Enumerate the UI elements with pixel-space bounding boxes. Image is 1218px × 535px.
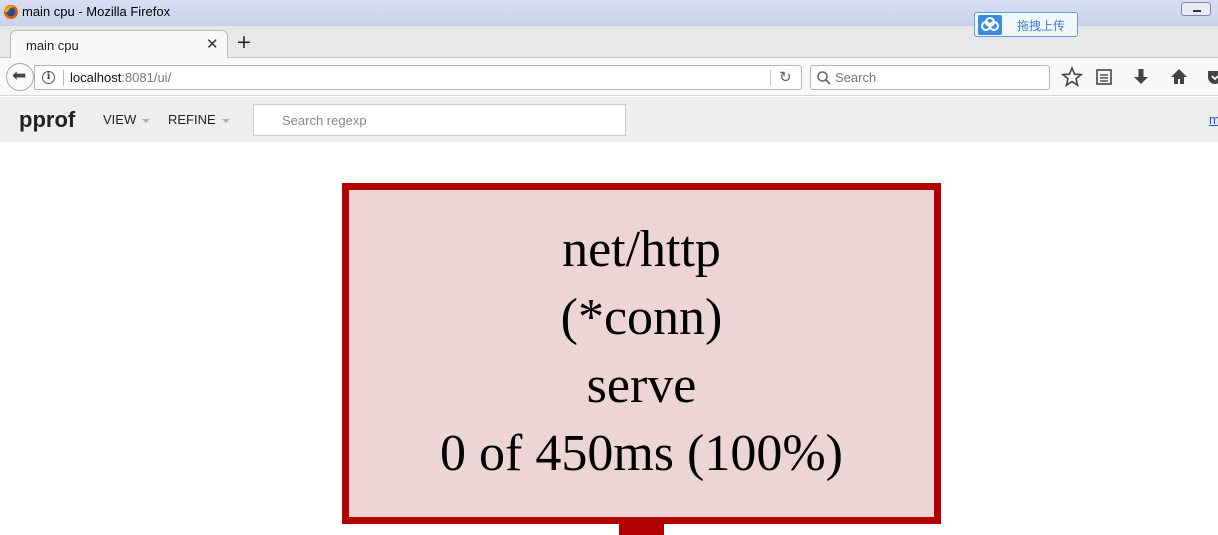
tab-label: main cpu (26, 38, 79, 53)
graph-edge[interactable] (619, 524, 664, 535)
url-host: localhost (70, 70, 122, 85)
call-graph[interactable]: net/http (*conn) serve 0 of 450ms (100%) (0, 142, 1218, 535)
search-placeholder: Search (835, 70, 877, 85)
url-text[interactable]: localhost:8081/ui/ (70, 70, 171, 85)
minimize-button[interactable] (1181, 2, 1211, 16)
node-metrics: 0 of 450ms (100%) (440, 425, 843, 482)
url-path: :8081/ui/ (121, 70, 172, 85)
star-icon[interactable] (1061, 66, 1083, 88)
info-icon[interactable]: i (42, 71, 55, 84)
chevron-down-icon (221, 118, 230, 123)
pprof-title: pprof (19, 107, 76, 132)
reload-icon[interactable]: ↻ (779, 68, 792, 86)
plus-icon[interactable]: + (236, 32, 252, 52)
tab-main-cpu[interactable]: main cpu ✕ (10, 30, 228, 59)
download-icon[interactable] (1130, 66, 1152, 88)
upload-extension-label: 拖拽上传 (1017, 19, 1066, 33)
view-menu-button[interactable]: VIEW (103, 112, 151, 127)
refine-menu-label: REFINE (168, 112, 216, 127)
chevron-down-icon (142, 118, 151, 123)
upload-extension-button[interactable]: 拖拽上传 (974, 12, 1078, 37)
reload-separator (770, 70, 771, 86)
search-bar[interactable]: Search (810, 65, 1050, 90)
search-icon (817, 71, 831, 85)
back-button[interactable]: ⬅ (6, 63, 34, 91)
pocket-icon[interactable] (1204, 66, 1218, 88)
reading-list-icon[interactable] (1093, 66, 1115, 88)
view-menu-label: VIEW (103, 112, 137, 127)
node-function: serve (586, 357, 697, 414)
cloud-icon (978, 15, 1002, 35)
close-icon[interactable]: ✕ (206, 36, 219, 52)
graph-node-net-http-conn-serve[interactable]: net/http (*conn) serve 0 of 450ms (100%) (342, 183, 941, 524)
refine-menu-button[interactable]: REFINE (168, 112, 230, 127)
node-package: net/http (562, 221, 721, 278)
node-receiver: (*conn) (560, 289, 723, 346)
search-regexp-input[interactable] (253, 104, 626, 136)
navigation-bar: i localhost:8081/ui/ ↻ ⬅ Search (0, 58, 1218, 96)
back-arrow-icon: ⬅ (12, 66, 27, 86)
pprof-toolbar: pprof VIEW REFINE m (0, 97, 1218, 142)
url-bar[interactable]: i localhost:8081/ui/ ↻ (34, 65, 802, 90)
right-link[interactable]: m (1209, 112, 1218, 127)
firefox-icon (4, 5, 18, 19)
url-separator (63, 70, 64, 86)
window-title: main cpu - Mozilla Firefox (22, 4, 171, 19)
home-icon[interactable] (1168, 66, 1190, 88)
